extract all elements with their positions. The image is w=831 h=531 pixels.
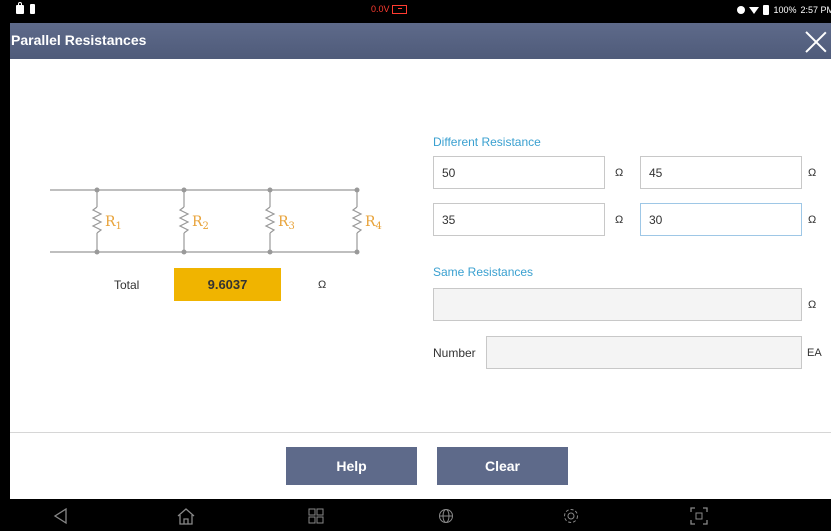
voltage-indicator: 0.0V [371, 4, 407, 14]
resistor-label-4: R4 [365, 214, 382, 232]
app-screen: 0.0V 100% 2:57 PM Parallel Resistances R… [10, 0, 831, 531]
resistor-symbol [264, 206, 276, 234]
same-resistance-input[interactable] [433, 288, 802, 321]
resistor-label-1: R1 [105, 214, 122, 232]
clear-button[interactable]: Clear [437, 447, 568, 485]
status-bar: 0.0V 100% 2:57 PM [10, 0, 831, 23]
home-icon[interactable] [175, 505, 197, 527]
same-resistance-unit: Ω [808, 299, 817, 311]
resistance-unit-4: Ω [808, 214, 817, 226]
car-battery-icon [391, 4, 407, 14]
resistor-branch-4: R4 [351, 187, 382, 255]
total-unit: Ω [318, 279, 327, 291]
help-button[interactable]: Help [286, 447, 417, 485]
resistor-branch-3: R3 [264, 187, 295, 255]
settings-icon[interactable] [560, 505, 582, 527]
battery-percent: 100% [773, 5, 797, 15]
resistance-input-1[interactable] [433, 156, 605, 189]
resistance-unit-3: Ω [615, 214, 624, 226]
status-left [16, 1, 35, 14]
total-value: 9.6037 [174, 268, 281, 301]
resistor-symbol [178, 206, 190, 234]
lock-icon [16, 1, 24, 14]
screenshot-icon[interactable] [688, 505, 710, 527]
resistor-label-2: R2 [192, 214, 209, 232]
different-resistance-heading: Different Resistance [433, 135, 541, 149]
globe-icon[interactable] [435, 505, 457, 527]
recent-apps-icon[interactable] [305, 505, 327, 527]
number-label: Number [433, 346, 476, 360]
resistor-symbol [91, 206, 103, 234]
close-icon[interactable] [803, 29, 829, 55]
title-bar: Parallel Resistances [10, 23, 831, 59]
clock: 2:57 PM [800, 5, 831, 15]
sim-icon [30, 4, 35, 14]
status-right: 100% 2:57 PM [737, 5, 831, 15]
resistor-branch-1: R1 [91, 187, 122, 255]
voltage-text: 0.0V [371, 4, 390, 14]
resistance-unit-2: Ω [808, 167, 817, 179]
same-resistances-heading: Same Resistances [433, 265, 534, 279]
wifi-icon [749, 6, 760, 14]
page-title: Parallel Resistances [11, 32, 147, 48]
resistor-branch-2: R2 [178, 187, 209, 255]
resistance-input-2[interactable] [640, 156, 802, 189]
resistance-unit-1: Ω [615, 167, 624, 179]
number-input[interactable] [486, 336, 802, 369]
resistance-input-3[interactable] [433, 203, 605, 236]
footer-divider [10, 432, 831, 433]
back-icon[interactable] [50, 505, 72, 527]
battery-icon [763, 5, 770, 15]
total-label: Total [114, 278, 140, 292]
do-not-disturb-icon [737, 6, 746, 14]
resistance-input-4[interactable] [640, 203, 802, 236]
resistor-label-3: R3 [278, 214, 295, 232]
number-unit: EA [807, 347, 822, 359]
navigation-bar [10, 499, 831, 531]
resistor-symbol [351, 206, 363, 234]
parallel-circuit-diagram: R1 R2 R3 R4 [50, 187, 382, 255]
